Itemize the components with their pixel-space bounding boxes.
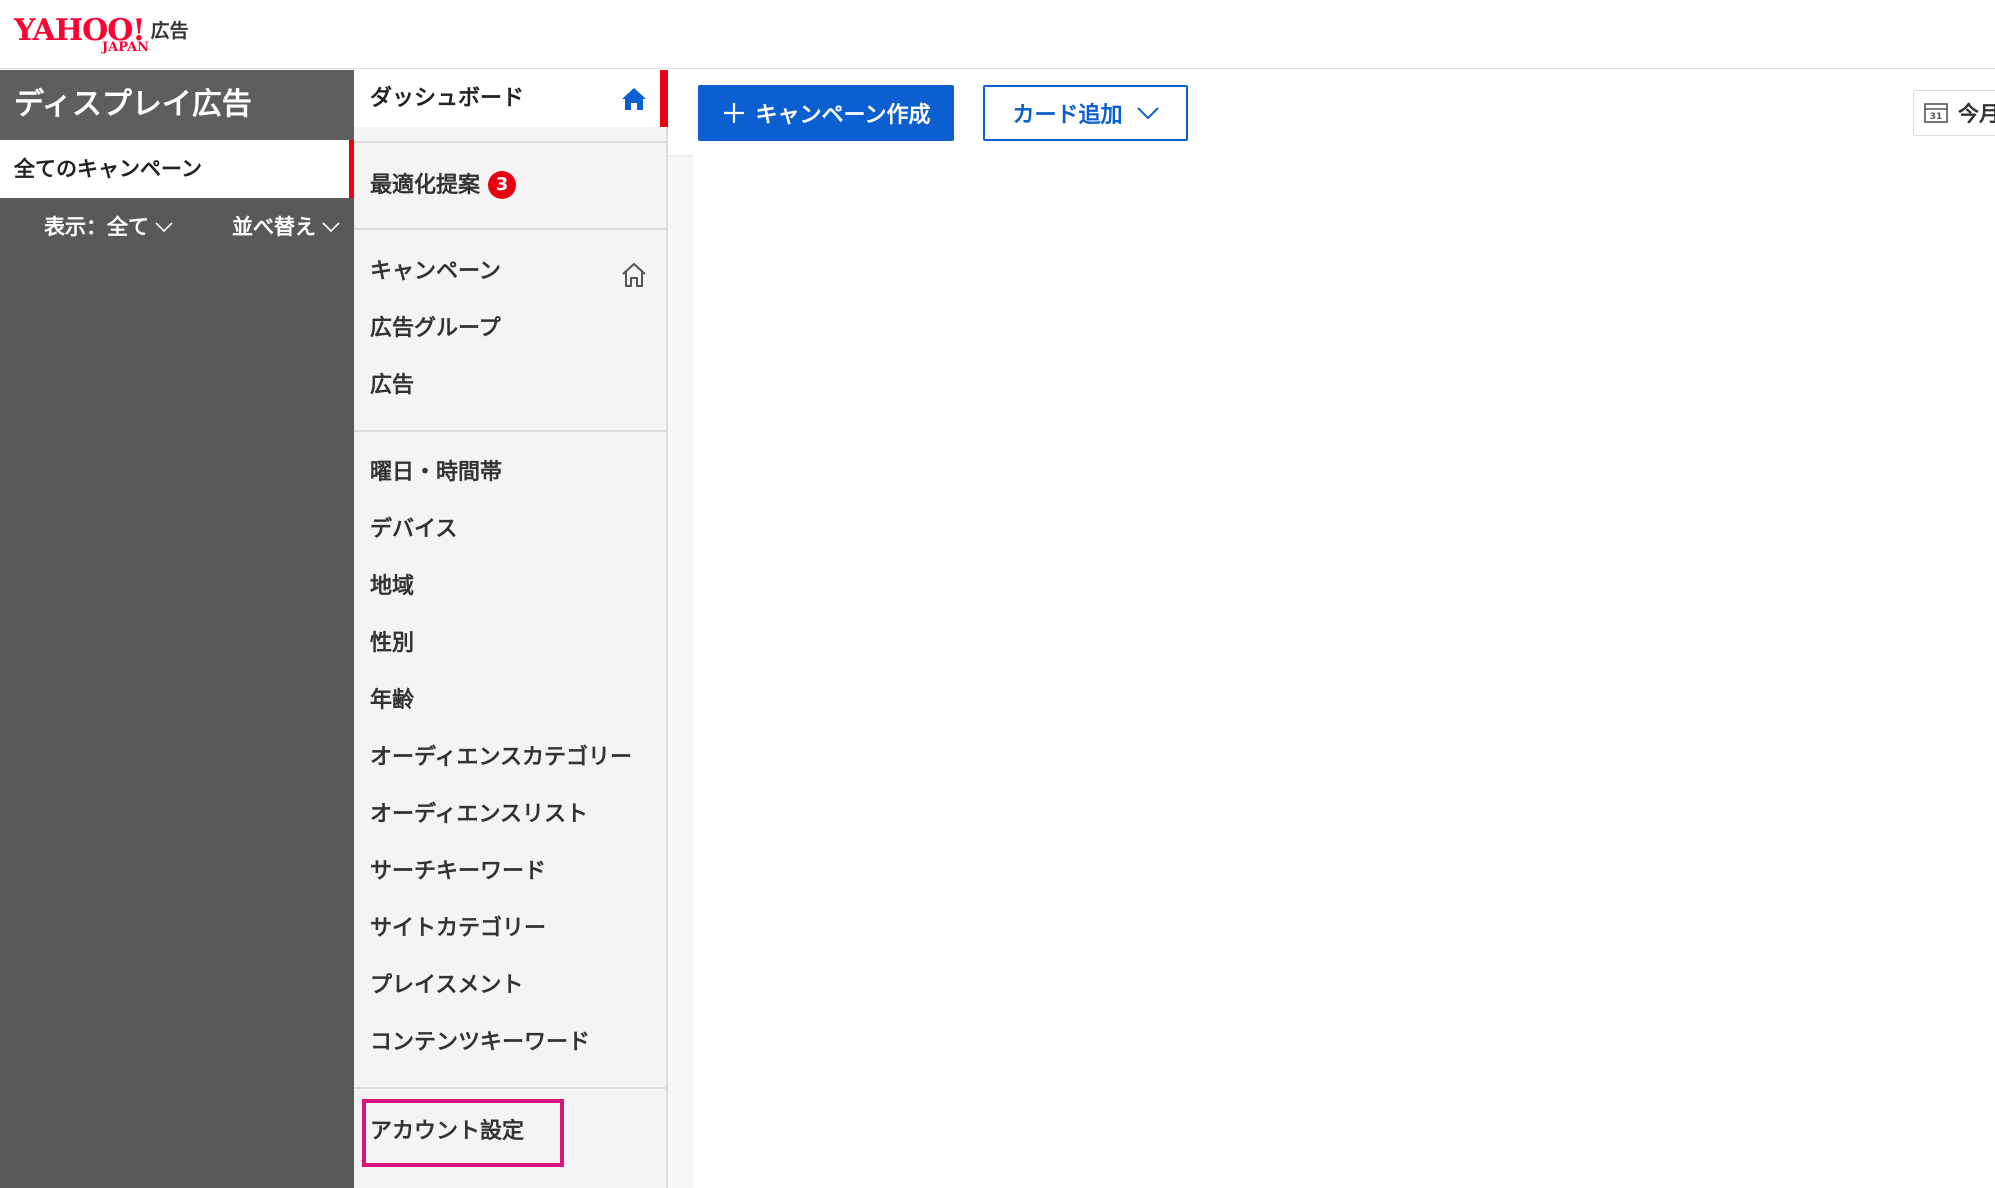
nav-item-dashboard[interactable]: ダッシュボード xyxy=(354,70,668,127)
nav-item-gender[interactable]: 性別 xyxy=(370,629,414,659)
nav-item-optimization[interactable]: 最適化提案 3 xyxy=(370,171,517,201)
nav-item-day-time[interactable]: 曜日・時間帯 xyxy=(370,458,502,488)
content-strip xyxy=(668,157,694,1188)
nav-item-region[interactable]: 地域 xyxy=(370,572,414,602)
notification-badge: 3 xyxy=(488,171,517,199)
nav-item-campaign[interactable]: キャンペーン xyxy=(370,257,501,287)
nav-item-placement[interactable]: プレイスメント xyxy=(370,971,523,1001)
add-card-label: カード追加 xyxy=(1012,102,1123,127)
nav-item-ad-group[interactable]: 広告グループ xyxy=(370,314,501,344)
optimization-label: 最適化提案 xyxy=(370,173,481,198)
nav-item-audience-category[interactable]: オーディエンスカテゴリー xyxy=(370,743,632,773)
dashboard-label: ダッシュボード xyxy=(370,86,525,111)
home-filled-icon xyxy=(622,88,646,110)
yahoo-ads-logo[interactable]: YAHOO! JAPAN 広告 xyxy=(14,14,189,58)
nav-item-content-keyword[interactable]: コンテンツキーワード xyxy=(370,1028,590,1058)
nav-item-site-category[interactable]: サイトカテゴリー xyxy=(370,914,546,944)
top-header: YAHOO! JAPAN 広告 xyxy=(0,0,1995,69)
nav-item-audience-list[interactable]: オーディエンスリスト xyxy=(370,800,588,830)
nav-item-ad[interactable]: 広告 xyxy=(370,371,414,401)
divider xyxy=(354,141,666,143)
plus-icon xyxy=(723,103,744,123)
svg-text:31: 31 xyxy=(1930,112,1943,122)
main-content: キャンペーン作成 カード追加 31 今月 xyxy=(668,70,1995,1188)
add-card-dropdown[interactable]: カード追加 xyxy=(983,85,1188,141)
highlight-box xyxy=(362,1099,564,1167)
divider xyxy=(354,228,666,230)
sort-dropdown[interactable]: 並べ替え xyxy=(232,210,340,244)
nav-item-age[interactable]: 年齢 xyxy=(370,686,414,716)
create-campaign-label: キャンペーン作成 xyxy=(755,102,931,127)
filter-row: 表示：全て 並べ替え xyxy=(0,210,354,244)
calendar-icon: 31 xyxy=(1924,103,1948,123)
display-filter-label: 表示：全て xyxy=(44,215,149,239)
panel-title: ディスプレイ広告 xyxy=(0,70,354,140)
divider xyxy=(354,1087,666,1089)
date-range-label: 今月 xyxy=(1958,102,1995,126)
campaign-panel: ディスプレイ広告 全てのキャンペーン 表示：全て 並べ替え xyxy=(0,70,354,1188)
nav-item-search-keyword[interactable]: サーチキーワード xyxy=(370,857,546,887)
navigation-menu: ダッシュボード 最適化提案 3 キャンペーン 広告グループ 広告 曜日・時間帯 デ… xyxy=(354,70,668,1188)
nav-item-device[interactable]: デバイス xyxy=(370,515,457,545)
logo-japan-text: JAPAN xyxy=(102,40,150,55)
date-range-picker[interactable]: 31 今月 xyxy=(1913,90,1995,136)
chevron-down-icon xyxy=(322,222,340,233)
chevron-down-icon xyxy=(155,222,173,233)
all-campaigns-item[interactable]: 全てのキャンペーン xyxy=(0,140,354,198)
create-campaign-button[interactable]: キャンペーン作成 xyxy=(698,85,954,141)
content-strip-header xyxy=(668,70,694,157)
home-outline-icon[interactable] xyxy=(619,260,649,290)
chevron-down-icon xyxy=(1136,107,1159,120)
display-filter-dropdown[interactable]: 表示：全て xyxy=(44,210,173,244)
logo-service-text: 広告 xyxy=(150,20,189,42)
divider xyxy=(354,430,666,432)
sort-label: 並べ替え xyxy=(232,215,316,239)
logo-wordmark: YAHOO! JAPAN xyxy=(14,13,150,56)
